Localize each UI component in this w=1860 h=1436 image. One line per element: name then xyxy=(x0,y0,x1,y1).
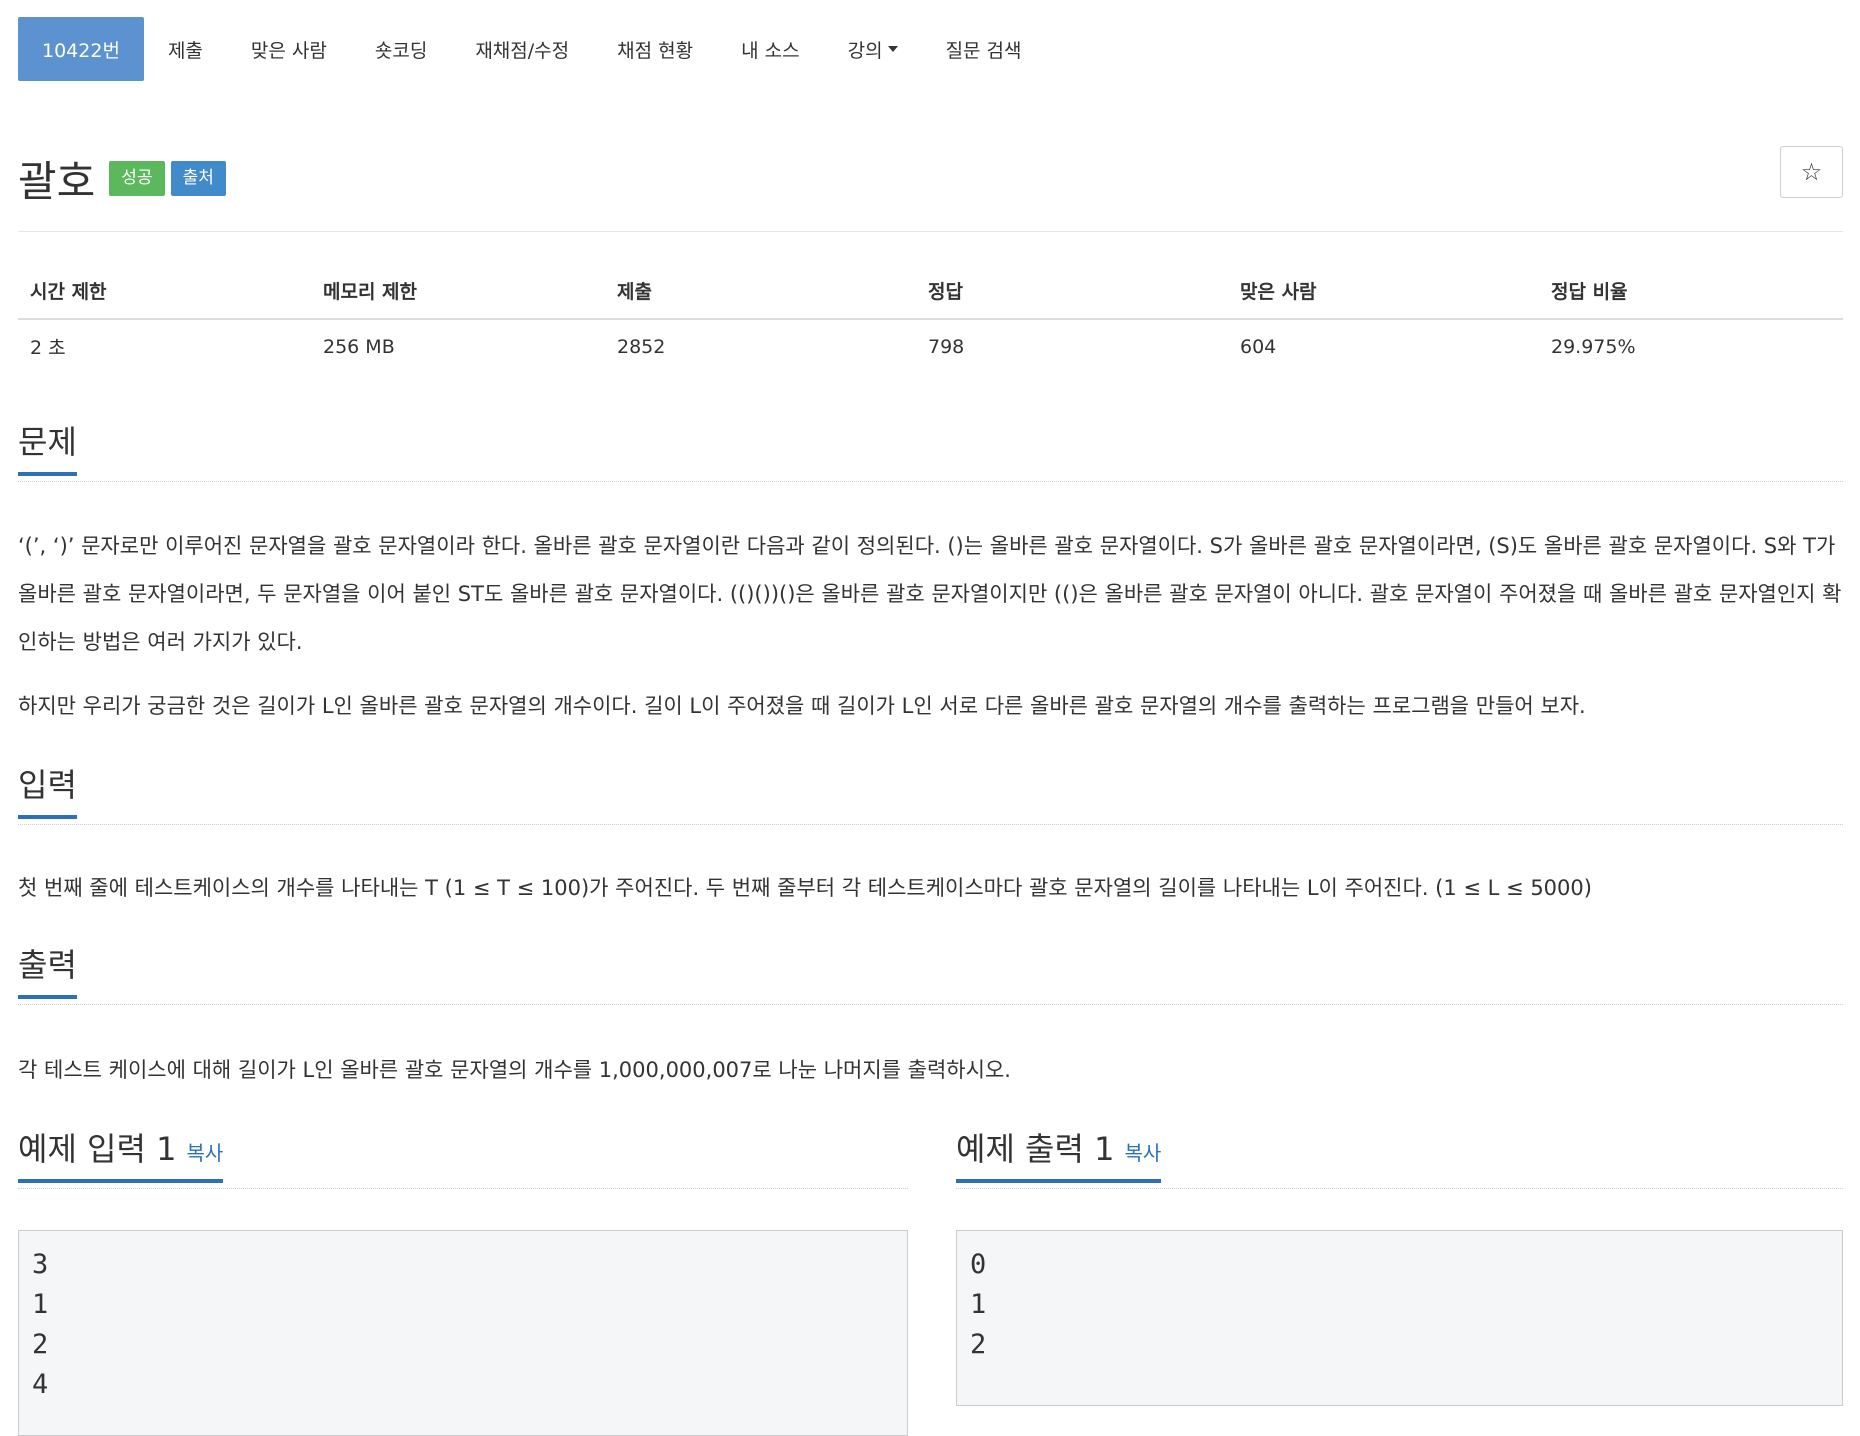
source-badge[interactable]: 출처 xyxy=(170,161,226,196)
nav-tab-short-coding[interactable]: 숏코딩 xyxy=(351,17,451,81)
output-heading: 출력 xyxy=(18,947,77,1000)
sample-output-title: 예제 출력 1 xyxy=(956,1130,1115,1168)
page-title: 괄호 xyxy=(18,157,96,206)
solved-users-header: 맞은 사람 xyxy=(1228,265,1539,320)
submissions-value: 2852 xyxy=(617,335,666,358)
description-paragraph-2: 하지만 우리가 궁금한 것은 길이가 L인 올바른 괄호 문자열의 개수이다. … xyxy=(18,694,1586,718)
nav-tab-rejudge[interactable]: 재채점/수정 xyxy=(451,17,593,81)
sample-output-divider xyxy=(956,1188,1843,1189)
accept-ratio-value: 29.975% xyxy=(1551,335,1636,358)
sample-output-line: 1 xyxy=(970,1289,987,1320)
sample-input-line: 1 xyxy=(32,1289,49,1320)
sample-input-line: 2 xyxy=(32,1329,49,1360)
input-heading: 입력 xyxy=(18,767,77,820)
time-limit-value: 2 초 xyxy=(30,337,66,359)
memory-limit-header: 메모리 제한 xyxy=(311,265,605,320)
nav-tab-solved-users[interactable]: 맞은 사람 xyxy=(227,17,351,81)
description-divider xyxy=(18,481,1843,482)
time-limit-header: 시간 제한 xyxy=(18,265,311,320)
description-paragraph-1: ‘(’, ‘)’ 문자로만 이루어진 문자열을 괄호 문자열이라 한다. 올바른… xyxy=(18,534,1842,654)
sample-input-divider xyxy=(18,1188,908,1189)
solved-users-value: 604 xyxy=(1240,335,1277,358)
info-header-row: 시간 제한 메모리 제한 제출 정답 맞은 사람 정답 비율 xyxy=(18,265,1843,320)
submissions-header: 제출 xyxy=(605,265,916,320)
sample-input-title: 예제 입력 1 xyxy=(18,1130,177,1168)
sample-output-heading: 예제 출력 1 복사 xyxy=(956,1130,1162,1184)
input-divider xyxy=(18,824,1843,825)
title-divider xyxy=(18,231,1843,232)
copy-sample-input-button[interactable]: 복사 xyxy=(186,1141,223,1165)
output-description: 각 테스트 케이스에 대해 길이가 L인 올바른 괄호 문자열의 개수를 1,0… xyxy=(18,1058,1011,1082)
caret-down-icon xyxy=(887,46,898,52)
input-description: 첫 번째 줄에 테스트케이스의 개수를 나타내는 T (1 ≤ T ≤ 100)… xyxy=(18,876,1592,900)
nav-tab-my-source[interactable]: 내 소스 xyxy=(717,17,823,81)
nav-tab-status[interactable]: 채점 현황 xyxy=(593,17,717,81)
sample-output-line: 2 xyxy=(970,1329,987,1360)
nav-tab-problem[interactable]: 10422번 xyxy=(18,17,144,81)
sample-output-block[interactable]: 0 1 2 xyxy=(956,1230,1843,1406)
description-heading: 문제 xyxy=(18,424,77,477)
problem-nav: 10422번 제출 맞은 사람 숏코딩 재채점/수정 채점 현황 내 소스 강의… xyxy=(18,17,1046,81)
sample-input-line: 3 xyxy=(32,1249,49,1280)
nav-tab-lecture-label: 강의 xyxy=(847,39,883,62)
star-icon: ☆ xyxy=(1800,158,1823,186)
sample-input-block[interactable]: 3 1 2 4 xyxy=(18,1230,908,1436)
sample-input-heading: 예제 입력 1 복사 xyxy=(18,1130,224,1184)
sample-input-line: 4 xyxy=(32,1369,49,1400)
problem-info-table: 시간 제한 메모리 제한 제출 정답 맞은 사람 정답 비율 2 초 256 M… xyxy=(18,265,1843,373)
success-badge: 성공 xyxy=(109,161,165,196)
nav-tab-question-search[interactable]: 질문 검색 xyxy=(922,17,1046,81)
accept-ratio-header: 정답 비율 xyxy=(1539,265,1843,320)
memory-limit-value: 256 MB xyxy=(323,335,395,358)
sample-output-line: 0 xyxy=(970,1249,987,1280)
accepted-value: 798 xyxy=(928,335,965,358)
problem-title-row: 괄호 성공 출처 xyxy=(18,148,226,209)
copy-sample-output-button[interactable]: 복사 xyxy=(1124,1141,1161,1165)
accepted-header: 정답 xyxy=(916,265,1228,320)
nav-tab-submit[interactable]: 제출 xyxy=(144,17,227,81)
output-divider xyxy=(18,1004,1843,1005)
info-value-row: 2 초 256 MB 2852 798 604 29.975% xyxy=(18,319,1843,373)
favorite-star-button[interactable]: ☆ xyxy=(1780,146,1843,198)
nav-tab-lecture[interactable]: 강의 xyxy=(824,17,922,81)
